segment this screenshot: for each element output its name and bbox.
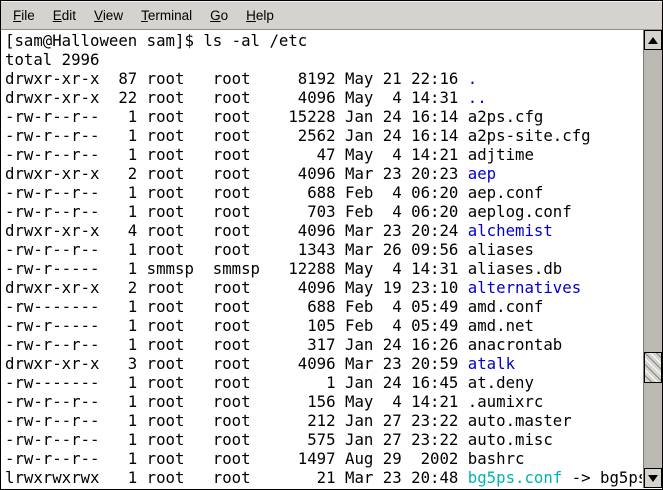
menu-item-file[interactable]: File <box>4 2 44 29</box>
file-name: aep.conf <box>468 183 544 202</box>
file-name: bashrc <box>468 449 525 468</box>
file-name: auto.misc <box>468 430 553 449</box>
scrollbar-thumb[interactable] <box>644 352 662 383</box>
file-name: aeplog.conf <box>468 202 572 221</box>
file-name: auto.master <box>468 411 572 430</box>
down-arrow-icon <box>648 475 658 482</box>
file-name: bg5ps.conf <box>468 468 562 487</box>
scrollbar <box>643 30 662 488</box>
file-name: .aumixrc <box>468 392 544 411</box>
menu-item-terminal[interactable]: Terminal <box>132 2 201 29</box>
menu-item-view[interactable]: View <box>85 2 132 29</box>
menu-item-edit[interactable]: Edit <box>44 2 85 29</box>
terminal-window: File Edit View Terminal Go Help [sam@Hal… <box>0 0 663 490</box>
menu-bar: File Edit View Terminal Go Help <box>1 1 662 30</box>
scroll-up-button[interactable] <box>644 30 662 50</box>
scroll-down-button[interactable] <box>644 468 662 488</box>
file-name: a2ps.cfg <box>468 107 544 126</box>
menu-item-help[interactable]: Help <box>237 2 283 29</box>
file-name: alchemist <box>468 221 553 240</box>
file-name: aliases <box>468 240 534 259</box>
file-name: .. <box>468 88 487 107</box>
terminal-output-text: [sam@Halloween sam]$ ls -al /etc total 2… <box>2 30 642 487</box>
file-name: . <box>468 69 477 88</box>
file-name: at.deny <box>468 373 534 392</box>
up-arrow-icon <box>648 37 658 44</box>
file-name: atalk <box>468 354 515 373</box>
file-name: alternatives <box>468 278 581 297</box>
file-name: aliases.db <box>468 259 562 278</box>
file-name: a2ps-site.cfg <box>468 126 591 145</box>
file-name: aep <box>468 164 496 183</box>
file-name: amd.net <box>468 316 534 335</box>
file-name: adjtime <box>468 145 534 164</box>
terminal-screen[interactable]: [sam@Halloween sam]$ ls -al /etc total 2… <box>2 30 642 488</box>
menu-item-go[interactable]: Go <box>201 2 237 29</box>
file-name: amd.conf <box>468 297 544 316</box>
file-name: anacrontab <box>468 335 562 354</box>
